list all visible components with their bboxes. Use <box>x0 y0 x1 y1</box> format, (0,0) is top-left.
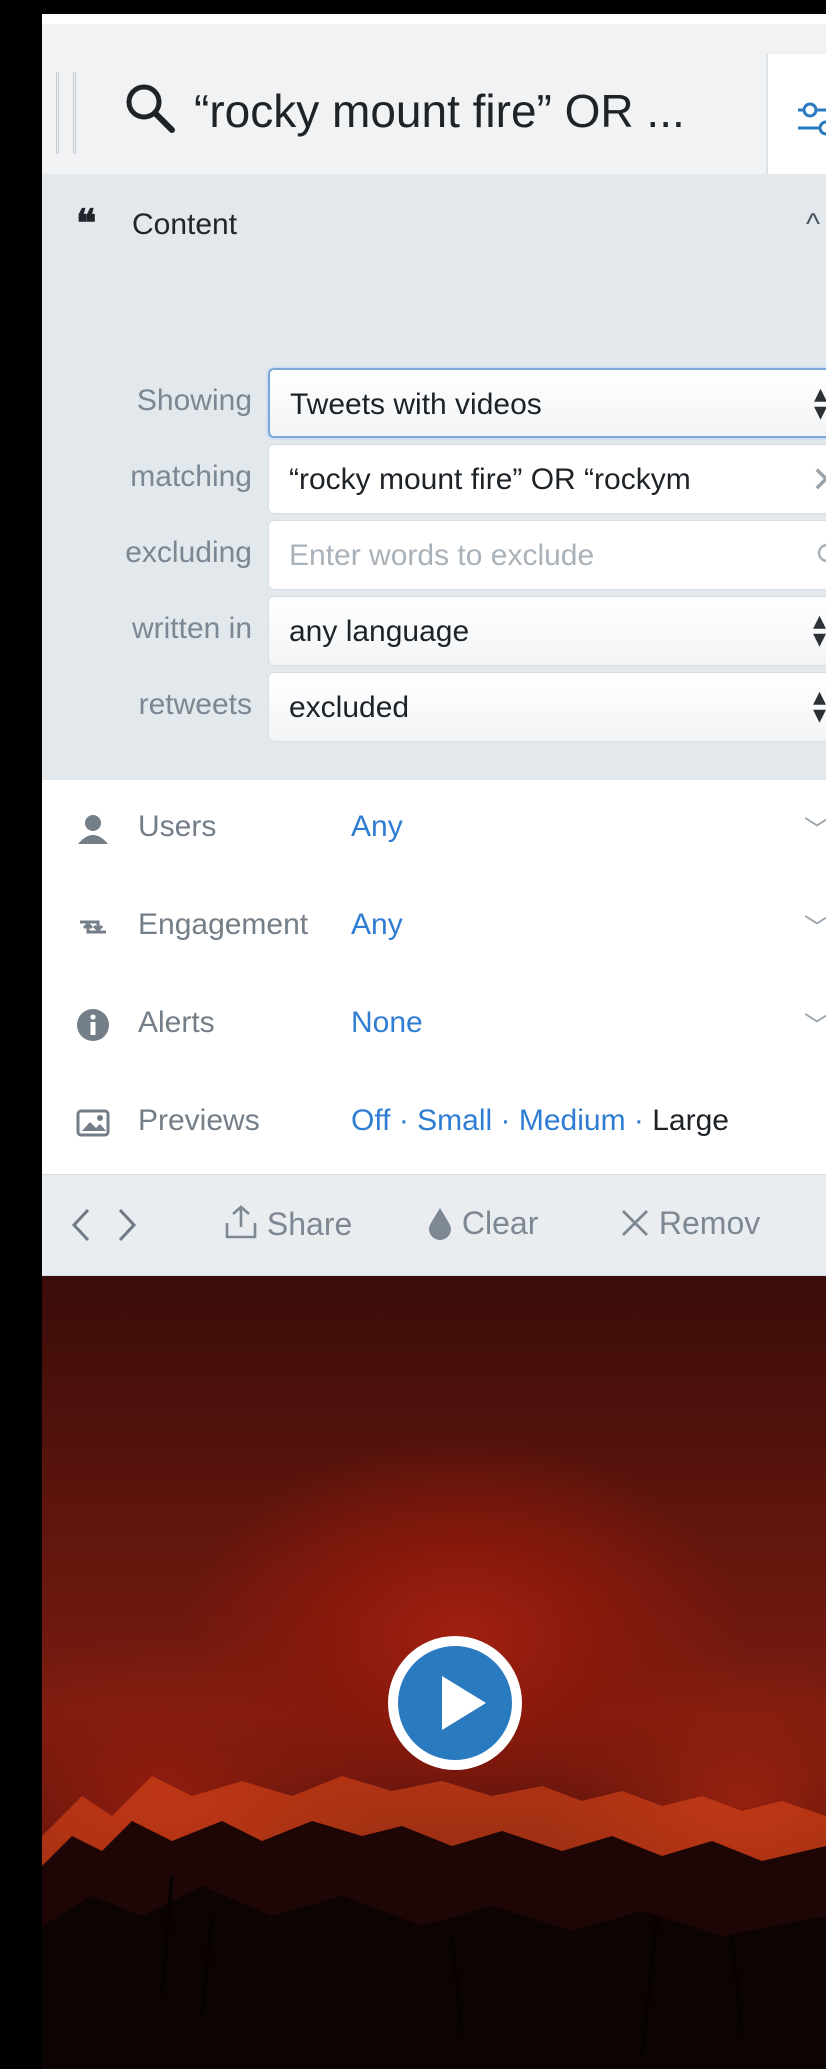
select-arrows-icon: ▴ ▾ <box>814 378 826 426</box>
chevron-down-icon: ﹀ <box>804 1006 826 1043</box>
language-select[interactable]: any language ▴ ▾ <box>268 596 826 666</box>
search-column: “rocky mount fire” OR ... ❝ Content ^ Sh… <box>42 14 826 2069</box>
search-icon <box>126 84 175 133</box>
image-icon <box>76 1109 110 1137</box>
column-title[interactable]: “rocky mount fire” OR ... <box>194 84 685 138</box>
arrow-right-icon[interactable] <box>116 1207 138 1243</box>
users-row[interactable]: Users Any ﹀ <box>42 780 826 880</box>
content-section: ❝ Content ^ Showing Tweets with videos ▴… <box>42 174 826 780</box>
previews-label: Previews <box>138 1104 260 1137</box>
retweets-value: excluded <box>289 691 410 724</box>
close-icon <box>622 1210 648 1236</box>
preview-option-off[interactable]: Off <box>351 1104 390 1137</box>
remove-label: Remov <box>658 1205 761 1241</box>
matching-label: matching <box>130 460 252 493</box>
play-button[interactable] <box>388 1636 522 1770</box>
sliders-icon <box>798 102 826 136</box>
showing-select[interactable]: Tweets with videos ▴ ▾ <box>268 368 826 438</box>
play-icon <box>398 1646 512 1760</box>
select-arrows-icon: ▴ ▾ <box>813 681 826 729</box>
user-icon <box>78 815 108 844</box>
language-label: written in <box>131 612 252 645</box>
excluding-input[interactable]: Enter words to exclude <box>268 520 826 590</box>
drag-handle[interactable] <box>56 72 76 154</box>
showing-label: Showing <box>136 384 252 417</box>
chevron-down-icon: ﹀ <box>804 810 826 847</box>
content-section-label[interactable]: Content <box>132 208 237 242</box>
quote-icon: ❝ <box>76 200 97 245</box>
engagement-value: Any <box>351 908 403 941</box>
users-value: Any <box>351 810 403 843</box>
preview-option-medium[interactable]: Medium <box>519 1104 626 1137</box>
preview-option-small[interactable]: Small <box>417 1104 492 1137</box>
video-preview[interactable] <box>42 1276 826 2069</box>
retweets-label: retweets <box>138 688 252 721</box>
info-icon <box>77 1009 109 1041</box>
arrow-left-icon[interactable] <box>70 1207 92 1243</box>
showing-value: Tweets with videos <box>290 388 542 421</box>
excluding-placeholder: Enter words to exclude <box>289 539 595 572</box>
chevron-down-icon: ﹀ <box>804 908 826 945</box>
users-label: Users <box>138 810 217 843</box>
select-arrows-icon: ▴ ▾ <box>813 605 826 653</box>
remove-button[interactable]: Remov <box>620 1205 760 1242</box>
filter-options-button[interactable] <box>766 54 826 184</box>
clear-label: Clear <box>461 1205 539 1241</box>
retweets-select[interactable]: excluded ▴ ▾ <box>268 672 826 742</box>
previews-row: Previews Off · Small · Medium · Large <box>42 1074 826 1172</box>
language-value: any language <box>289 615 470 648</box>
column-header: “rocky mount fire” OR ... <box>42 24 826 184</box>
matching-value: “rocky mount fire” OR “rockym <box>289 463 691 496</box>
drop-icon <box>429 1208 451 1240</box>
column-toolbar: Share Clear Remov <box>42 1174 826 1276</box>
alerts-label: Alerts <box>138 1006 215 1039</box>
matching-input[interactable]: “rocky mount fire” OR “rockym ✕ <box>268 444 826 514</box>
preview-option-large[interactable]: Large <box>652 1104 729 1137</box>
search-icon <box>817 543 826 563</box>
excluding-label: excluding <box>125 536 252 569</box>
previews-options: Off · Small · Medium · Large <box>351 1104 729 1137</box>
clear-input-icon[interactable]: ✕ <box>811 459 826 501</box>
engagement-row[interactable]: Engagement Any ﹀ <box>42 878 826 978</box>
engagement-label: Engagement <box>138 908 309 941</box>
clear-button[interactable]: Clear <box>427 1205 538 1242</box>
alerts-row[interactable]: Alerts None ﹀ <box>42 976 826 1076</box>
share-button[interactable]: Share <box>224 1205 352 1243</box>
share-icon <box>225 1205 257 1239</box>
chevron-up-icon[interactable]: ^ <box>806 208 820 242</box>
share-label: Share <box>266 1206 353 1242</box>
alerts-value: None <box>351 1006 423 1039</box>
retweet-icon <box>80 920 106 934</box>
